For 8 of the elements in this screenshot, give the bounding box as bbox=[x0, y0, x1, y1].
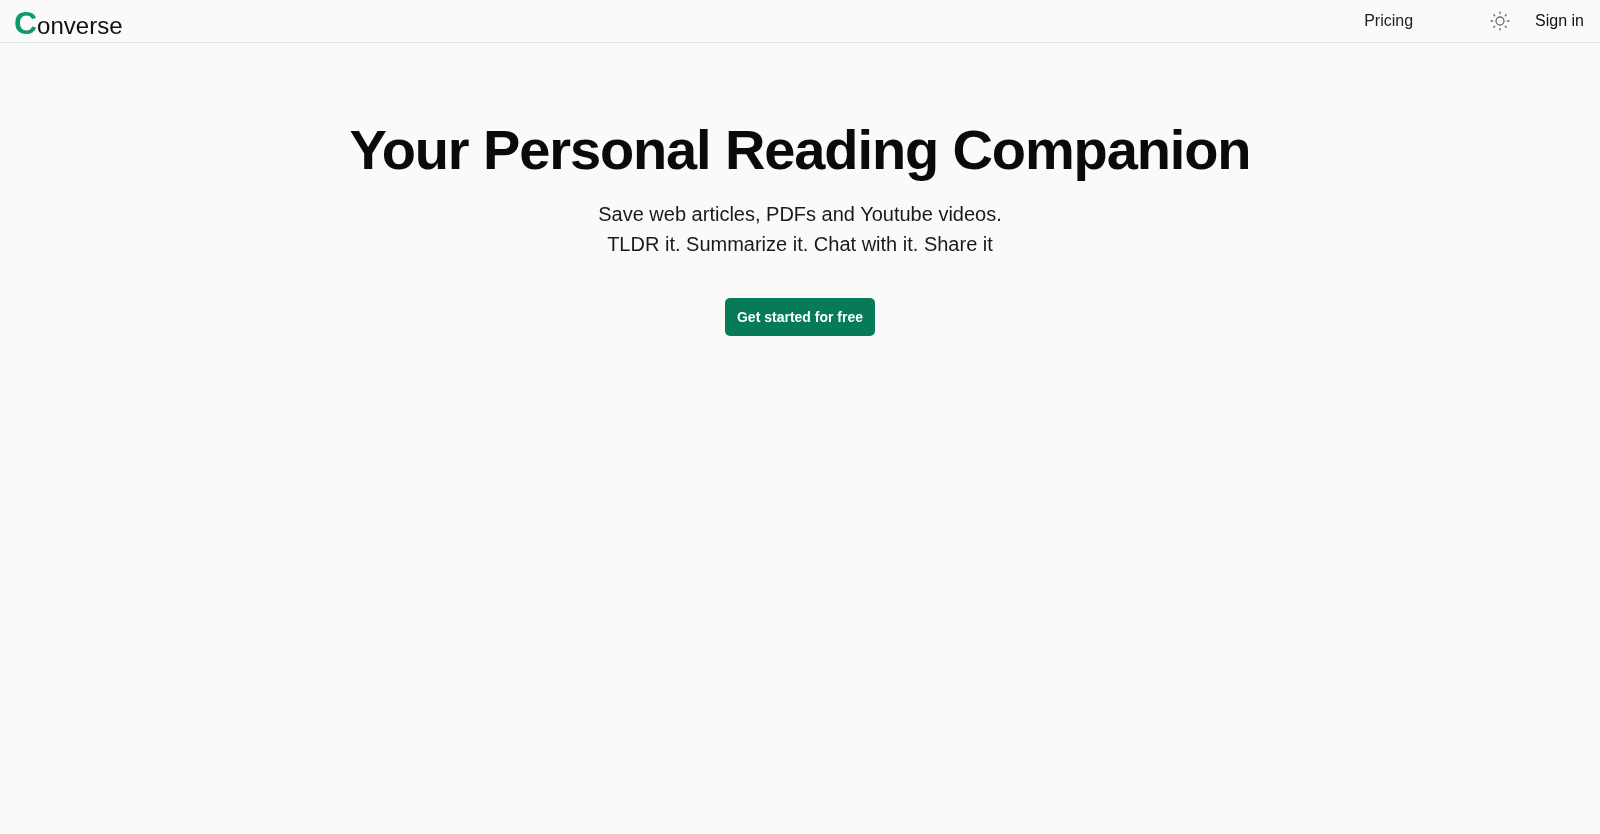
sign-in-link[interactable]: Sign in bbox=[1535, 11, 1584, 31]
hero-subtitle: TLDR it. Summarize it. Chat with it. Share it bbox=[606, 232, 994, 257]
logo-link[interactable]: Converse bbox=[14, 0, 123, 42]
hero-title: Your Personal Reading Companion bbox=[349, 120, 1251, 180]
nav-link[interactable]: Pricing bbox=[1364, 11, 1414, 31]
get-started-button[interactable]: Get started for free bbox=[724, 298, 875, 336]
hero-subtitle: Save web articles, PDFs and Youtube videos. bbox=[598, 202, 1002, 227]
sun-icon bbox=[1490, 11, 1511, 31]
